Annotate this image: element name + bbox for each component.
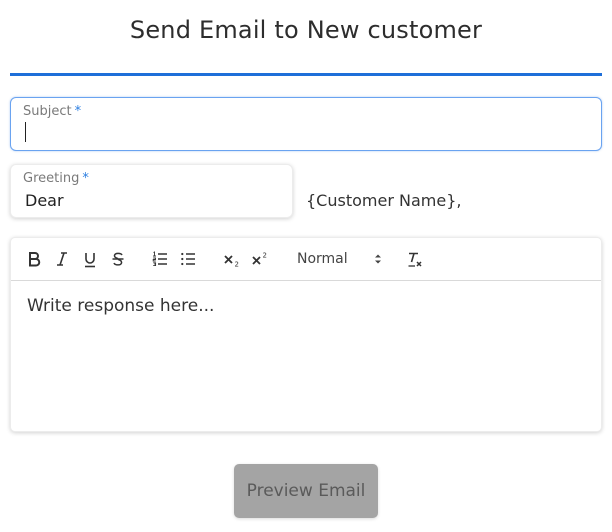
bullet-list-button[interactable] [180,249,196,269]
page-title: Send Email to New customer [129,16,483,44]
superscript-icon: 2 [252,252,267,265]
underline-icon [85,252,95,267]
greeting-required-mark: * [82,171,89,186]
italic-button[interactable] [54,249,70,269]
underline-button[interactable] [82,249,98,269]
text-format-select[interactable]: Normal [297,249,383,269]
subject-label: Subject * [23,104,81,119]
subject-required-mark: * [74,104,82,119]
preview-email-button[interactable]: Preview Email [234,464,378,518]
subject-field[interactable]: Subject * [10,97,602,151]
subscript-icon: 2 [224,255,239,268]
ordered-list-icon [152,251,167,267]
bullet-list-icon [181,252,195,266]
superscript-button[interactable]: 2 [251,249,269,269]
bold-icon [29,252,41,267]
text-cursor [25,122,26,142]
editor-placeholder[interactable]: Write response here... [27,296,214,316]
greeting-label: Greeting * [23,171,89,186]
send-email-page: Send Email to New customer Subject * Gree… [0,0,612,532]
bold-button[interactable] [26,249,42,269]
greeting-input[interactable]: Dear [25,191,64,210]
select-arrows-icon [375,254,381,264]
title-divider [10,73,602,76]
svg-text:2: 2 [235,261,239,268]
text-format-value: Normal [297,251,348,267]
ordered-list-button[interactable] [152,249,168,269]
greeting-label-text: Greeting [23,171,80,186]
subject-label-text: Subject [23,104,72,119]
greeting-field[interactable]: Greeting * Dear [10,164,293,218]
editor-toolbar: 2 2 Normal [11,238,601,281]
clear-format-button[interactable] [407,249,423,269]
strikethrough-button[interactable] [110,249,126,269]
italic-icon [57,252,67,266]
svg-text:2: 2 [263,252,267,260]
subscript-button[interactable]: 2 [223,249,241,269]
strikethrough-icon [112,252,124,266]
clear-format-icon [408,252,422,267]
rich-text-editor[interactable]: 2 2 Normal Write response here... [10,237,602,432]
customer-name-placeholder: {Customer Name}, [306,191,462,210]
